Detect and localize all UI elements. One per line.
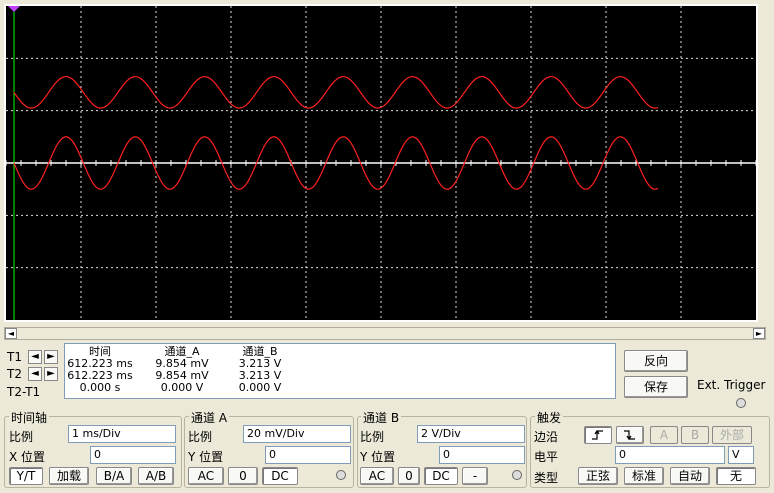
- channel-a-scale-field[interactable]: 20 mV/Div: [243, 425, 351, 443]
- channel-b-minus-button[interactable]: -: [462, 467, 488, 485]
- timebase-scale-field[interactable]: 1 ms/Div: [68, 425, 176, 443]
- ext-trigger-label: Ext. Trigger: [697, 378, 766, 392]
- ab-button[interactable]: A/B: [138, 467, 174, 485]
- channel-a-zero-button[interactable]: 0: [228, 467, 258, 485]
- channel-b-scale-field[interactable]: 2 V/Div: [417, 425, 525, 443]
- channel-a-title: 通道 A: [189, 409, 230, 426]
- t2-label: T2: [7, 367, 22, 381]
- timebase-title: 时间轴: [9, 409, 50, 426]
- ext-trigger-terminal-icon[interactable]: [736, 398, 746, 408]
- channel-b-ypos-field[interactable]: 0: [439, 446, 525, 464]
- channel-b-scale-label: 比例: [360, 430, 385, 444]
- falling-edge-button[interactable]: [616, 426, 644, 444]
- load-button[interactable]: 加载: [49, 467, 89, 485]
- timebase-scale-label: 比例: [9, 430, 34, 444]
- rising-edge-button[interactable]: [584, 426, 612, 444]
- t1-label: T1: [7, 350, 22, 364]
- channel-a-scale-label: 比例: [188, 430, 213, 444]
- trigger-b-button[interactable]: B: [681, 426, 709, 444]
- channel-a-ypos-label: Y 位置: [188, 450, 224, 464]
- x-position-label: X 位置: [9, 450, 46, 464]
- x-position-field[interactable]: 0: [90, 446, 176, 464]
- trigger-type-label: 类型: [534, 471, 559, 485]
- trigger-level-label: 电平: [534, 450, 559, 464]
- diff-ch-a: 0.000 V: [160, 381, 204, 394]
- t2-left-arrow-icon[interactable]: ◄: [28, 367, 42, 381]
- scope-display[interactable]: [4, 4, 758, 322]
- channel-b-ac-button[interactable]: AC: [360, 467, 394, 485]
- trigger-sine-button[interactable]: 正弦: [578, 467, 618, 485]
- cursor-t1-marker-icon: [8, 6, 20, 12]
- trigger-none-button[interactable]: 无: [716, 467, 756, 485]
- reverse-button[interactable]: 反向: [624, 350, 688, 372]
- channel-b-ypos-label: Y 位置: [360, 450, 396, 464]
- channel-b-zero-button[interactable]: 0: [398, 467, 420, 485]
- trigger-ext-button[interactable]: 外部: [712, 426, 752, 444]
- scroll-left-button[interactable]: ◄: [5, 328, 17, 339]
- save-button[interactable]: 保存: [624, 376, 688, 398]
- t2-t1-label: T2-T1: [7, 385, 41, 399]
- t1-right-arrow-icon[interactable]: ►: [44, 350, 58, 364]
- readout-time-column: 时间 612.223 ms 612.223 ms 0.000 s: [67, 346, 133, 394]
- channel-b-title: 通道 B: [361, 409, 402, 426]
- scope-plot: [6, 6, 756, 320]
- rising-edge-icon: [592, 429, 603, 440]
- diff-ch-b: 0.000 V: [238, 381, 282, 394]
- readout-ch-b-column: 通道_B 3.213 V 3.213 V 0.000 V: [227, 346, 293, 394]
- ba-button[interactable]: B/A: [96, 467, 132, 485]
- falling-edge-icon: [624, 430, 635, 441]
- channel-a-ac-button[interactable]: AC: [188, 467, 224, 485]
- yt-button[interactable]: Y/T: [9, 467, 43, 485]
- horizontal-scrollbar[interactable]: ◄ ►: [4, 327, 766, 340]
- channel-b-dc-button[interactable]: DC: [424, 467, 458, 485]
- channel-a-trace: [13, 76, 659, 109]
- diff-time: 0.000 s: [79, 381, 121, 394]
- trigger-title: 触发: [535, 409, 564, 426]
- scroll-right-button[interactable]: ►: [753, 328, 765, 339]
- t2-right-arrow-icon[interactable]: ►: [44, 367, 58, 381]
- t1-left-arrow-icon[interactable]: ◄: [28, 350, 42, 364]
- trigger-level-field[interactable]: 0: [615, 446, 725, 464]
- readout-ch-a-column: 通道_A 9.854 mV 9.854 mV 0.000 V: [149, 346, 215, 394]
- channel-a-dc-button[interactable]: DC: [262, 467, 298, 485]
- cursor-readout: 时间 612.223 ms 612.223 ms 0.000 s 通道_A 9.…: [64, 343, 616, 399]
- trigger-level-unit[interactable]: V: [728, 446, 754, 464]
- channel-b-terminal-icon[interactable]: [512, 470, 522, 480]
- channel-a-terminal-icon[interactable]: [336, 470, 346, 480]
- trigger-normal-button[interactable]: 标准: [624, 467, 664, 485]
- channel-a-ypos-field[interactable]: 0: [265, 446, 351, 464]
- oscilloscope-window: ◄ ► T1 ◄ ► T2 ◄ ► T2-T1 时间 612.223 ms 61…: [0, 0, 774, 493]
- trigger-auto-button[interactable]: 自动: [670, 467, 710, 485]
- trigger-a-button[interactable]: A: [650, 426, 678, 444]
- trigger-edge-label: 边沿: [534, 430, 559, 444]
